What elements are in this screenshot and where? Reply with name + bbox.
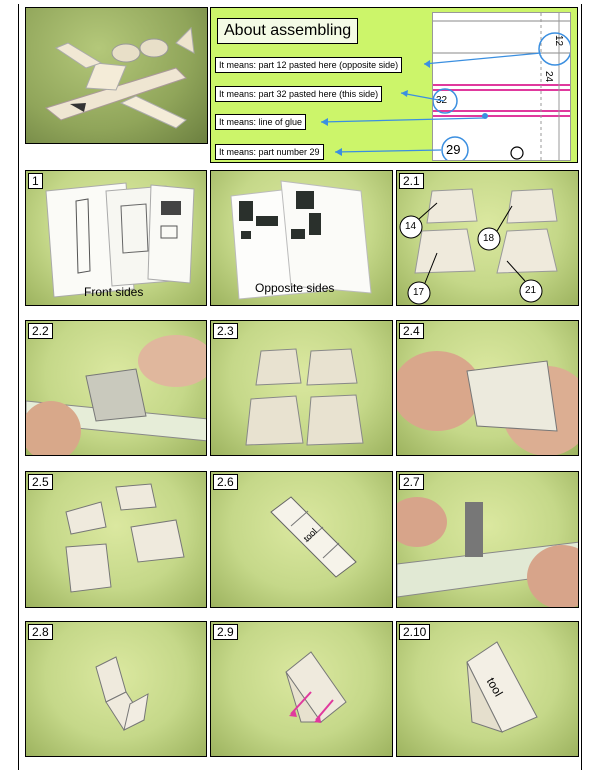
step-1-photo: 1 Front sides	[25, 170, 207, 306]
tool-ruler-illustration	[397, 497, 578, 607]
step-tag: 2.4	[399, 323, 424, 339]
step-tag: 2.5	[28, 474, 53, 490]
step-tag: 2.7	[399, 474, 424, 490]
step-2-6-photo: 2.6 tool	[210, 471, 393, 608]
part-label-17: 17	[413, 287, 425, 298]
legend-note-this-side: It means: part 32 pasted here (this side…	[215, 86, 383, 102]
step-2-7-photo: 2.7	[396, 471, 579, 608]
sheet-markings	[433, 13, 570, 160]
step-tag: 2.1	[399, 173, 424, 189]
step-1b-photo: Opposite sides	[210, 170, 393, 306]
step-tag: 2.8	[28, 624, 53, 640]
legend-note-opposite: It means: part 12 pasted here (opposite …	[215, 57, 403, 73]
step-tag: 2.10	[399, 624, 431, 640]
legend-title: About assembling	[217, 18, 359, 44]
part-label-18: 18	[483, 233, 495, 244]
mark-12: 12	[553, 34, 565, 47]
step-tag: 2.2	[28, 323, 53, 339]
legend-note-part-number: It means: part number 29	[215, 144, 324, 160]
step-2-1-photo: 2.1 14 18 17 21	[396, 170, 579, 306]
aircraft-model-illustration	[44, 26, 195, 129]
part-label-14: 14	[405, 221, 417, 232]
mark-32: 32	[436, 95, 448, 106]
step-2-3-photo: 2.3	[210, 320, 393, 456]
step-tag: 2.6	[213, 474, 238, 490]
gluing-illustration	[397, 351, 578, 455]
step-2-10-photo: 2.10 tool	[396, 621, 579, 757]
step-tag: 2.3	[213, 323, 238, 339]
part-label-21: 21	[525, 285, 537, 296]
folded-parts-illustration	[245, 348, 364, 446]
caption-opposite-sides: Opposite sides	[255, 281, 335, 295]
step-2-5-photo: 2.5	[25, 471, 207, 608]
assembly-legend: About assembling It means: part 12 paste…	[210, 7, 578, 163]
bending-tool-illustration	[95, 656, 149, 731]
step-2-8-photo: 2.8	[25, 621, 207, 757]
glue-arrows-illustration	[285, 651, 347, 723]
mark-29: 29	[446, 142, 461, 157]
step-tag: 2.9	[213, 624, 238, 640]
legend-note-glue: It means: line of glue	[215, 114, 307, 130]
tool-strip-illustration	[270, 496, 357, 578]
aircraft-photo	[25, 7, 208, 144]
ruler-folding-illustration	[26, 335, 206, 455]
step-2-9-photo: 2.9	[210, 621, 393, 757]
step-2-4-photo: 2.4	[396, 320, 579, 456]
step-tag: 1	[28, 173, 43, 189]
caption-front-sides: Front sides	[84, 285, 144, 299]
step-2-2-photo: 2.2	[25, 320, 207, 456]
mark-24: 24	[543, 70, 555, 83]
legend-sample-sheet: 12 24 32 29	[432, 12, 571, 161]
triangular-parts-illustration	[65, 483, 185, 593]
